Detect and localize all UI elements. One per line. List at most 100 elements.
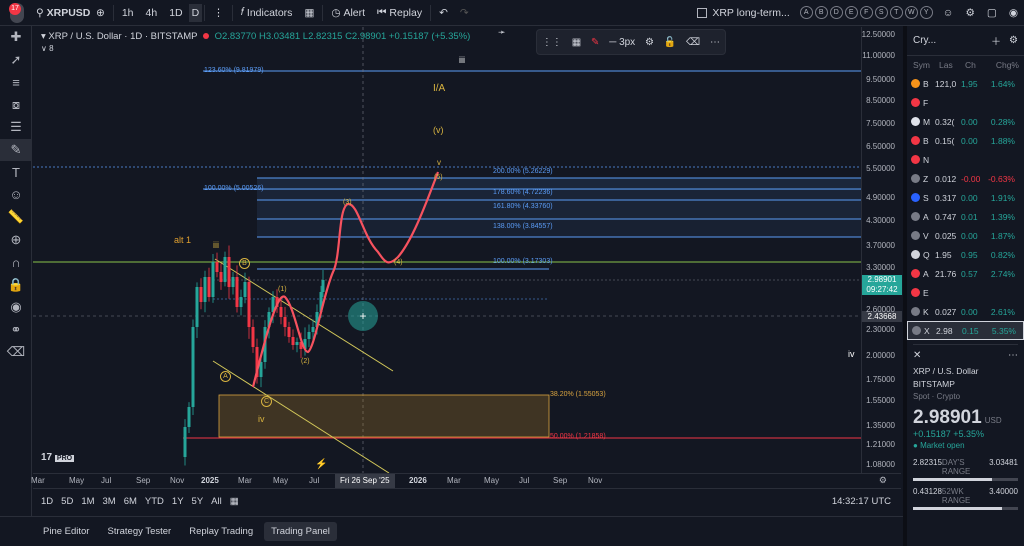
more-icon[interactable]: ⋯	[1008, 350, 1018, 361]
undo-icon[interactable]: ↶	[433, 0, 454, 26]
settings-icon[interactable]: ⚙	[645, 37, 654, 48]
drawing-shortcut-icon[interactable]: ➛	[498, 27, 518, 45]
zoom-icon[interactable]: ⊕	[0, 229, 32, 252]
chart-type-icon[interactable]: ⋮	[207, 0, 230, 26]
watchlist-row[interactable]: V 0.025 0.00 1.87%	[907, 226, 1024, 245]
collapse-icon[interactable]: ▾	[41, 31, 46, 42]
symbol-search[interactable]: ⚲ XRPUSD	[30, 0, 90, 26]
indicator-toggle[interactable]: ∨ 8	[41, 44, 54, 53]
watchlist-row[interactable]: A 0.747 0.01 1.39%	[907, 207, 1024, 226]
letter-y[interactable]: Y	[919, 6, 933, 19]
fullscreen-icon[interactable]: ▢	[981, 0, 1003, 26]
watchlist-row[interactable]: E	[907, 283, 1024, 302]
trendline-icon[interactable]: ➚	[0, 49, 32, 72]
range-3m[interactable]: 3M	[99, 496, 120, 507]
settings-face-icon[interactable]: ☺	[937, 0, 960, 26]
watchlist-row[interactable]: N	[907, 150, 1024, 169]
watchlist-row[interactable]: M 0.32(0.00 0.28%	[907, 112, 1024, 131]
watchlist-row[interactable]: X 2.98 0.15 5.35%	[907, 321, 1024, 340]
redo-icon[interactable]: ↷	[454, 0, 475, 26]
camera-icon[interactable]: ◉	[1003, 0, 1024, 26]
event-icon[interactable]: ⚡	[315, 459, 327, 470]
projection-icon[interactable]: ☰	[0, 116, 32, 139]
letter-t[interactable]: T	[889, 6, 903, 19]
watchlist-row[interactable]: Z 0.012 -0.00 -0.63%	[907, 169, 1024, 188]
watchlist-title[interactable]: Cry...	[913, 35, 991, 46]
price-axis[interactable]: 2.98901 09:27:42 2.43668 12.50000 11.0000…	[861, 27, 902, 473]
col-symbol[interactable]: Sym	[913, 60, 939, 70]
watchlist-row[interactable]: Q 1.95 0.95 0.82%	[907, 245, 1024, 264]
letter-a[interactable]: A	[799, 6, 813, 19]
time-axis[interactable]: Fri 26 Sep '25 ⚙ Mar May Jul Sep Nov 2025 Mar M…	[31, 473, 901, 488]
range-ytd[interactable]: YTD	[141, 496, 168, 507]
more-icon[interactable]: ⋯	[710, 37, 720, 48]
interval-menu[interactable]: D	[188, 3, 203, 22]
add-icon[interactable]: ＋	[991, 33, 1001, 48]
range-5d[interactable]: 5D	[57, 496, 77, 507]
range-all[interactable]: All	[207, 496, 226, 507]
goto-date-icon[interactable]: ▦	[226, 496, 243, 507]
chart-canvas[interactable]: +	[33, 27, 861, 473]
col-change[interactable]: Ch	[965, 60, 989, 70]
link-icon[interactable]: ⚭	[0, 319, 32, 342]
range-1d[interactable]: 1D	[37, 496, 57, 507]
chart-pane[interactable]: + ▾ XRP / U.S. Dollar · 1D · BITSTAMP O2…	[33, 27, 861, 473]
layouts-icon[interactable]: ▦	[298, 0, 320, 26]
lock-icon[interactable]: 🔓	[664, 37, 676, 48]
col-last[interactable]: Las	[939, 60, 965, 70]
range-1y[interactable]: 1Y	[168, 496, 188, 507]
trash-icon[interactable]: ⌫	[0, 341, 32, 364]
emoji-icon[interactable]: ☺	[0, 184, 32, 207]
watchlist-row[interactable]: B 121,0 1,95 1.64%	[907, 74, 1024, 93]
interval-4h[interactable]: 4h	[140, 0, 164, 26]
settings-icon[interactable]: ⚙	[1009, 35, 1018, 46]
range-6m[interactable]: 6M	[120, 496, 141, 507]
fib-icon[interactable]: ≡	[0, 71, 32, 94]
eye-icon[interactable]: ◉	[0, 296, 32, 319]
pencil-color-icon[interactable]: ✎	[591, 37, 599, 48]
symbol-logo-icon	[911, 231, 920, 240]
letter-d[interactable]: D	[829, 6, 843, 19]
detail-exchange[interactable]: BITSTAMP	[913, 379, 1018, 389]
avatar-menu[interactable]: 17	[0, 0, 30, 26]
text-icon[interactable]: T	[0, 161, 32, 184]
letter-w[interactable]: W	[904, 6, 918, 19]
replay-button[interactable]: ⏮ Replay	[371, 0, 428, 26]
tab-pine-editor[interactable]: Pine Editor	[36, 522, 96, 541]
tab-trading-panel[interactable]: Trading Panel	[264, 522, 337, 541]
letter-b[interactable]: B	[814, 6, 828, 19]
pattern-icon[interactable]: ⧇	[0, 94, 32, 117]
watchlist-row[interactable]: B 0.15(0.00 1.88%	[907, 131, 1024, 150]
time-settings-icon[interactable]: ⚙	[879, 475, 887, 486]
interval-1h[interactable]: 1h	[116, 0, 140, 26]
letter-e[interactable]: E	[844, 6, 858, 19]
tab-strategy-tester[interactable]: Strategy Tester	[100, 522, 178, 541]
utc-clock[interactable]: 14:32:17 UTC	[828, 496, 895, 507]
range-5y[interactable]: 5Y	[188, 496, 208, 507]
gear-icon[interactable]: ⚙	[959, 0, 980, 26]
interval-1d[interactable]: 1D	[163, 0, 188, 26]
ruler-icon[interactable]: 📏	[0, 206, 32, 229]
lock-icon[interactable]: 🔒	[0, 274, 32, 297]
col-change-pct[interactable]: Chg%	[989, 60, 1019, 70]
letter-s[interactable]: S	[874, 6, 888, 19]
watchlist-row[interactable]: S 0.317 0.00 1.91%	[907, 188, 1024, 207]
range-1m[interactable]: 1M	[77, 496, 98, 507]
alert-button[interactable]: ◷ Alert	[325, 0, 371, 26]
line-width-button[interactable]: ─ 3px	[609, 37, 635, 48]
indicators-button[interactable]: 𝑓 Indicators	[235, 0, 299, 26]
brush-icon[interactable]: ✎	[0, 138, 32, 161]
watchlist-row[interactable]: F	[907, 93, 1024, 112]
template-icon[interactable]: ▦	[572, 37, 581, 48]
watchlist-row[interactable]: A 21.76 0.57 2.74%	[907, 264, 1024, 283]
watchlist-row[interactable]: K 0.027 0.00 2.61%	[907, 302, 1024, 321]
letter-f[interactable]: F	[859, 6, 873, 19]
tab-replay-trading[interactable]: Replay Trading	[182, 522, 260, 541]
trash-icon[interactable]: ⌫	[686, 37, 700, 48]
drag-handle-icon[interactable]: ⋮⋮	[542, 37, 562, 48]
layout-selector[interactable]: XRP long-term...	[691, 0, 795, 26]
magnet-icon[interactable]: ∩	[0, 251, 32, 274]
crosshair-icon[interactable]: ✚	[0, 26, 32, 49]
close-icon[interactable]: ✕	[913, 350, 921, 361]
add-symbol-icon[interactable]: ⊕	[90, 0, 111, 26]
